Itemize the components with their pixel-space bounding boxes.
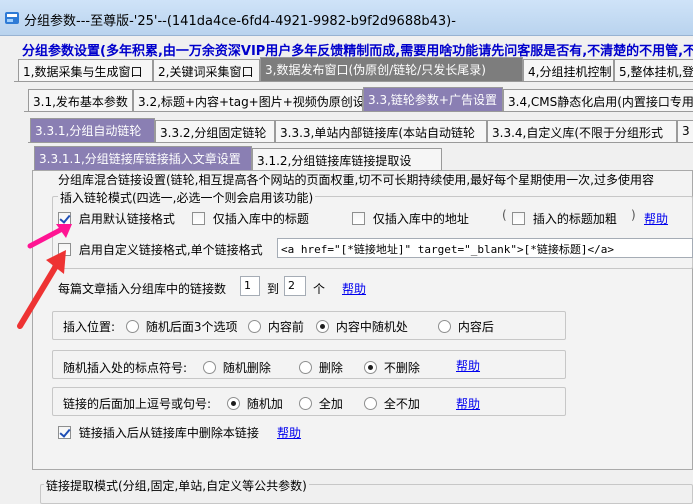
- red-arrow-icon: [17, 250, 66, 329]
- punct-option-delete[interactable]: 删除: [299, 359, 343, 376]
- tab-more[interactable]: 3: [677, 120, 693, 142]
- tab-custom-library[interactable]: 3.3.4,自定义库(不限于分组形式: [487, 120, 677, 142]
- links-to-label: 到: [267, 282, 280, 296]
- url-only-label: 仅插入库中的地址: [372, 212, 469, 226]
- comma-option-random[interactable]: 随机加: [227, 395, 283, 412]
- tabbar-level1: 1,数据采集与生成窗口 2,关键词采集窗口 3,数据发布窗口(伪原创/链轮/只发…: [18, 57, 693, 81]
- opt-default-format[interactable]: 启用默认链接格式: [58, 210, 175, 227]
- tab-cms-static[interactable]: 3.4,CMS静态化启用(内置接口专用: [503, 89, 693, 111]
- punct-option-keep[interactable]: 不删除: [364, 359, 420, 376]
- bold-label: 插入的标题加粗: [532, 212, 617, 226]
- position-option-random-label: 随机后面3个选项: [145, 320, 238, 334]
- punct-option-delete-label: 删除: [318, 361, 343, 375]
- tabbar-level2-line: [24, 111, 693, 112]
- comma-option-all[interactable]: 全加: [299, 395, 343, 412]
- help-link-comma[interactable]: 帮助: [456, 395, 480, 412]
- opt-custom-format[interactable]: 启用自定义链接格式,单个链接格式: [58, 241, 263, 258]
- title-only-checkbox[interactable]: [192, 212, 205, 225]
- tabbar-level1-line: [14, 81, 693, 82]
- tab-data-collect[interactable]: 1,数据采集与生成窗口: [18, 59, 153, 81]
- opt-url-only[interactable]: 仅插入库中的地址: [352, 210, 469, 227]
- tab-data-publish[interactable]: 3,数据发布窗口(伪原创/链轮/只发长尾录): [260, 57, 523, 81]
- position-option-after-label: 内容后: [457, 320, 494, 334]
- tab-keyword-collect[interactable]: 2,关键词采集窗口: [153, 59, 260, 81]
- insert-mode-legend: 插入链轮模式(四选一,必选一个则会启用该功能): [58, 189, 316, 206]
- position-radio-middle[interactable]: [316, 320, 329, 333]
- tab-publish-basic[interactable]: 3.1,发布基本参数: [28, 89, 133, 111]
- tabbar-level4: 3.3.1.1,分组链接库链接插入文章设置 3.1.2,分组链接库链接提取设: [34, 146, 454, 170]
- links-max-input[interactable]: 2: [284, 276, 306, 296]
- punct-option-random-label: 随机删除: [222, 361, 271, 375]
- tab-whole-hangup[interactable]: 5,整体挂机,登陆: [614, 59, 693, 81]
- position-option-after[interactable]: 内容后: [438, 318, 494, 335]
- title-only-label: 仅插入库中的标题: [212, 212, 309, 226]
- tab-title-content[interactable]: 3.2,标题+内容+tag+图片+视频伪原创设: [133, 89, 363, 111]
- position-option-random[interactable]: 随机后面3个选项: [126, 318, 237, 335]
- paren-open: (: [502, 208, 507, 222]
- tab-group-auto-link[interactable]: 3.3.1,分组自动链轮: [30, 118, 155, 142]
- tab-site-internal[interactable]: 3.3.3,单站内部链接库(本站自动链轮: [275, 120, 487, 142]
- tabbar-level3: 3.3.1,分组自动链轮 3.3.2,分组固定链轮 3.3.3,单站内部链接库(…: [30, 118, 693, 142]
- tab-extract-settings[interactable]: 3.1.2,分组链接库链接提取设: [252, 148, 442, 170]
- help-link-bold[interactable]: 帮助: [644, 210, 668, 227]
- comma-option-all-label: 全加: [318, 397, 343, 411]
- position-option-middle[interactable]: 内容中随机处: [316, 318, 408, 335]
- opt-bold[interactable]: 插入的标题加粗: [512, 210, 617, 227]
- delete-after-insert-checkbox[interactable]: [58, 426, 71, 439]
- tabbar-level3-line: [28, 142, 693, 143]
- help-link-delete[interactable]: 帮助: [277, 424, 301, 441]
- tab-group-control[interactable]: 4,分组挂机控制: [523, 59, 614, 81]
- position-option-before-label: 内容前: [267, 320, 304, 334]
- comma-option-none-label: 全不加: [383, 397, 420, 411]
- tabbar-level2: 3.1,发布基本参数 3.2,标题+内容+tag+图片+视频伪原创设 3.3,链…: [28, 87, 693, 111]
- app-icon: [5, 12, 19, 24]
- punct-option-random[interactable]: 随机删除: [203, 359, 271, 376]
- links-per-article-label: 每篇文章插入分组库中的链接数: [58, 282, 227, 296]
- custom-format-label: 启用自定义链接格式,单个链接格式: [78, 243, 263, 257]
- comma-radio-random[interactable]: [227, 397, 240, 410]
- punct-radio-delete[interactable]: [299, 361, 312, 374]
- punct-radio-random[interactable]: [203, 361, 216, 374]
- position-option-before[interactable]: 内容前: [248, 318, 304, 335]
- punct-option-keep-label: 不删除: [383, 361, 420, 375]
- opt-delete-after-insert[interactable]: 链接插入后从链接库中删除本链接: [58, 424, 259, 441]
- paren-close: ): [631, 208, 636, 222]
- punct-radio-keep[interactable]: [364, 361, 377, 374]
- opt-title-only[interactable]: 仅插入库中的标题: [192, 210, 309, 227]
- mix-link-description: 分组库混合链接设置(链轮,相互提高各个网站的页面权重,切不可长期持续使用,最好每…: [58, 173, 654, 187]
- default-format-label: 启用默认链接格式: [78, 212, 175, 226]
- comma-label: 链接的后面加上逗号或句号:: [63, 397, 212, 411]
- position-radio-random[interactable]: [126, 320, 139, 333]
- insert-mode-groupbox: [52, 196, 693, 269]
- tab-group-fixed-link[interactable]: 3.3.2,分组固定链轮: [155, 120, 275, 142]
- position-option-middle-label: 内容中随机处: [335, 320, 408, 334]
- comma-radio-all[interactable]: [299, 397, 312, 410]
- help-link-count[interactable]: 帮助: [342, 280, 366, 297]
- tab-link-wheel[interactable]: 3.3,链轮参数+广告设置: [363, 87, 503, 111]
- links-unit-label: 个: [313, 282, 326, 296]
- window-title: 分组参数---至尊版-'25'--(141da4ce-6fd4-4921-998…: [24, 14, 456, 29]
- position-radio-after[interactable]: [438, 320, 451, 333]
- tab-insert-settings[interactable]: 3.3.1.1,分组链接库链接插入文章设置: [34, 146, 252, 170]
- position-radio-before[interactable]: [248, 320, 261, 333]
- links-min-input[interactable]: 1: [240, 276, 260, 296]
- custom-format-input[interactable]: <a href="[*链接地址]" target="_blank">[*链接标题…: [277, 238, 693, 258]
- pink-arrow-icon: [27, 224, 72, 249]
- extract-mode-legend: 链接提取模式(分组,固定,单站,自定义等公共参数): [44, 477, 309, 494]
- url-only-checkbox[interactable]: [352, 212, 365, 225]
- comma-option-none[interactable]: 全不加: [364, 395, 420, 412]
- punct-label: 随机插入处的标点符号:: [63, 361, 188, 375]
- comma-radio-none[interactable]: [364, 397, 377, 410]
- window-titlebar: 分组参数---至尊版-'25'--(141da4ce-6fd4-4921-998…: [0, 0, 693, 36]
- help-link-punct[interactable]: 帮助: [456, 357, 480, 374]
- comma-option-random-label: 随机加: [246, 397, 283, 411]
- bold-checkbox[interactable]: [512, 212, 525, 225]
- delete-after-insert-label: 链接插入后从链接库中删除本链接: [78, 426, 259, 440]
